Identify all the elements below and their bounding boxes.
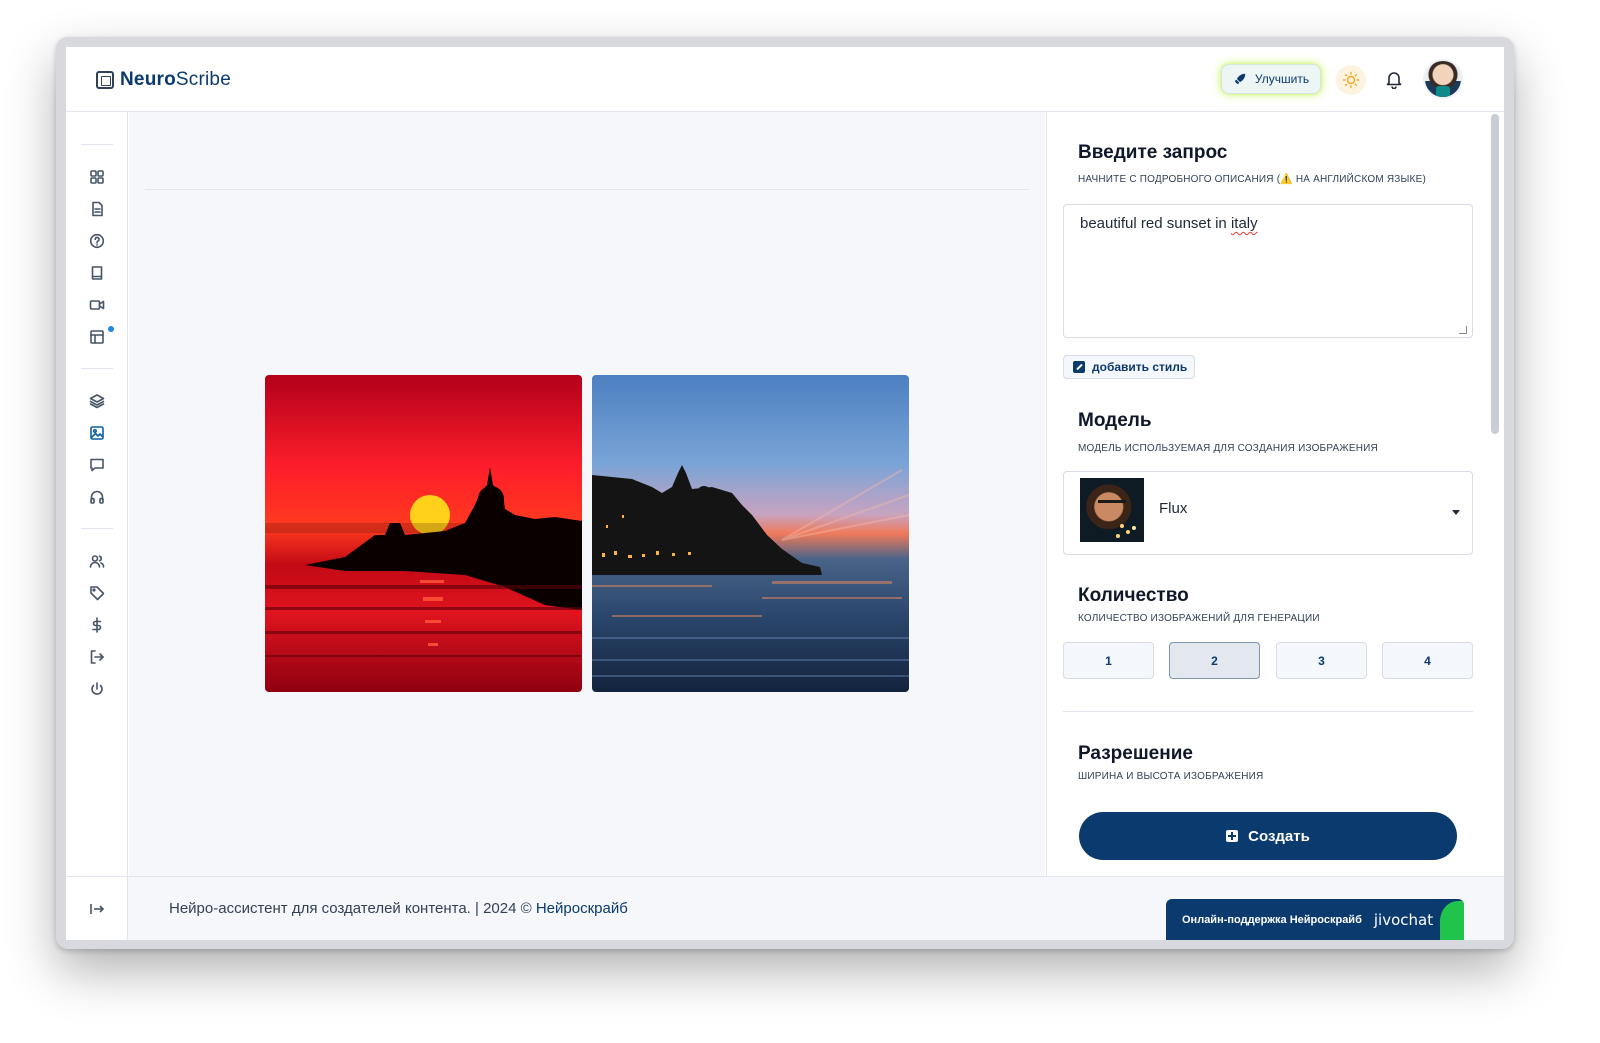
rocket-icon	[1234, 73, 1246, 85]
quantity-option-3[interactable]: 3	[1276, 642, 1367, 679]
sun-icon	[1342, 71, 1360, 89]
model-select[interactable]: Flux	[1063, 471, 1473, 555]
prompt-title: Введите запрос	[1078, 142, 1228, 163]
app-screen: NeuroScribe Улучшить Введите запрос НАЧН…	[66, 47, 1504, 940]
dollar-icon[interactable]	[88, 616, 106, 634]
dashboard-icon[interactable]	[88, 168, 106, 186]
sunset-scene-1	[265, 467, 582, 657]
footer-text: Нейро-ассистент для создателей контента.…	[169, 900, 628, 917]
image-icon[interactable]	[88, 424, 106, 442]
resize-handle-icon[interactable]	[1459, 326, 1467, 334]
logo[interactable]: NeuroScribe	[96, 69, 231, 91]
generation-panel: Введите запрос Начните с подробного опис…	[1046, 112, 1490, 876]
prompt-textarea[interactable]: beautiful red sunset in italy	[1063, 204, 1473, 338]
model-selected-value: Flux	[1159, 500, 1188, 517]
gallery-area	[129, 112, 1045, 876]
edit-icon	[1073, 361, 1085, 373]
bell-icon	[1386, 72, 1402, 89]
notification-dot	[108, 326, 114, 332]
caret-down-icon	[1452, 510, 1460, 515]
users-icon[interactable]	[88, 552, 106, 570]
theme-toggle-button[interactable]	[1336, 65, 1366, 95]
book-icon[interactable]	[88, 264, 106, 282]
tag-icon[interactable]	[88, 584, 106, 602]
upgrade-label: Улучшить	[1254, 72, 1310, 86]
model-thumbnail	[1080, 478, 1144, 542]
collapse-arrow-icon	[89, 904, 104, 914]
prompt-subtitle: Начните с подробного описания (⚠️ на анг…	[1078, 174, 1426, 185]
user-avatar[interactable]	[1423, 59, 1463, 99]
model-subtitle: Модель используемая для создания изображ…	[1078, 443, 1378, 454]
jivo-leaf-icon	[1440, 901, 1464, 940]
quantity-title: Количество	[1078, 585, 1189, 606]
footer: Нейро-ассистент для создателей контента.…	[66, 876, 1504, 940]
support-chat-widget[interactable]: Онлайн-поддержка Нейроскрайб jivochat	[1166, 899, 1464, 940]
sidebar	[66, 112, 128, 876]
table-icon[interactable]	[88, 328, 106, 346]
sidebar-divider	[81, 528, 113, 529]
plus-icon	[1226, 830, 1239, 842]
chat-icon[interactable]	[88, 456, 106, 474]
layers-icon[interactable]	[88, 392, 106, 410]
help-icon[interactable]	[88, 232, 106, 250]
create-button[interactable]: Создать	[1079, 812, 1457, 860]
upgrade-button[interactable]: Улучшить	[1221, 64, 1321, 94]
add-style-button[interactable]: добавить стиль	[1063, 355, 1195, 379]
warning-icon: ⚠️	[1280, 174, 1293, 185]
jivochat-logo: jivochat	[1373, 911, 1434, 929]
quantity-option-2[interactable]: 2	[1169, 642, 1260, 679]
quantity-subtitle: Количество изображений для генерации	[1078, 613, 1320, 624]
quantity-option-4[interactable]: 4	[1382, 642, 1473, 679]
top-header: NeuroScribe Улучшить	[66, 47, 1504, 112]
footer-link[interactable]: Нейроскрайб	[536, 900, 628, 917]
model-title: Модель	[1078, 410, 1152, 431]
generated-image-2[interactable]	[592, 375, 909, 692]
sidebar-divider	[81, 144, 113, 145]
generated-image-1[interactable]	[265, 375, 582, 692]
browser-window: NeuroScribe Улучшить Введите запрос НАЧН…	[56, 37, 1514, 949]
gallery-divider	[145, 189, 1029, 190]
power-icon[interactable]	[88, 680, 106, 698]
panel-divider	[1063, 711, 1473, 712]
sunset-scene-2	[592, 465, 909, 677]
support-chat-label: Онлайн-поддержка Нейроскрайб	[1182, 914, 1362, 926]
sidebar-divider	[81, 368, 113, 369]
resolution-subtitle: Ширина и высота изображения	[1078, 771, 1264, 782]
resolution-title: Разрешение	[1078, 743, 1193, 764]
logo-text: NeuroScribe	[120, 69, 231, 90]
headphones-icon[interactable]	[88, 488, 106, 506]
collapse-sidebar-button[interactable]	[66, 877, 128, 940]
logout-icon[interactable]	[88, 648, 106, 666]
notifications-button[interactable]	[1381, 66, 1407, 92]
quantity-option-1[interactable]: 1	[1063, 642, 1154, 679]
document-icon[interactable]	[88, 200, 106, 218]
panel-scrollbar[interactable]	[1491, 114, 1499, 434]
video-icon[interactable]	[88, 296, 106, 314]
logo-icon	[96, 71, 114, 89]
